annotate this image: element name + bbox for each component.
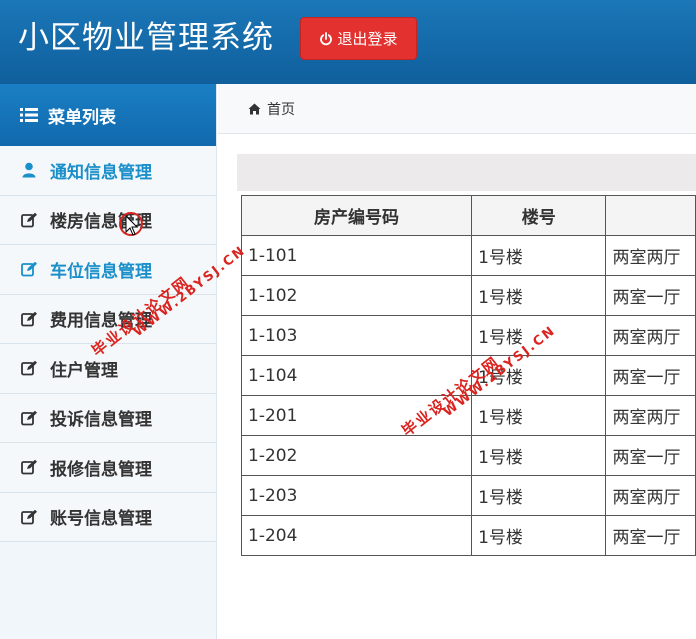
table-cell: 1-104	[240, 355, 473, 396]
edit-icon	[20, 211, 38, 229]
table-cell: 1号楼	[471, 475, 607, 516]
table-cell: 1-204	[240, 515, 473, 556]
table-cell: 1-102	[240, 275, 473, 316]
table-cell: 1号楼	[471, 235, 607, 276]
table-cell: 1号楼	[471, 515, 607, 556]
table-cell: 1-203	[240, 475, 473, 516]
table-row[interactable]: 1-103 1号楼 两室两厅	[240, 315, 696, 356]
table-cell: 1-202	[240, 435, 473, 476]
breadcrumb: 首页	[218, 84, 696, 134]
app-title: 小区物业管理系统	[18, 20, 274, 56]
edit-icon	[20, 310, 38, 328]
sidebar-item[interactable]: 报修信息管理	[0, 443, 216, 493]
sidebar-item[interactable]: 楼房信息管理	[0, 195, 216, 245]
table-row[interactable]: 1-202 1号楼 两室一厅	[240, 435, 696, 476]
table-header-row: 房产编号码 楼号	[240, 195, 696, 236]
table-cell: 两室两厅	[605, 315, 696, 356]
table-cell: 两室一厅	[605, 515, 696, 556]
table-cell: 1号楼	[471, 275, 607, 316]
list-icon	[20, 108, 38, 122]
sidebar-item-label: 通知信息管理	[50, 162, 152, 183]
column-header-building: 楼号	[471, 195, 607, 236]
sidebar: 菜单列表 通知信息管理 楼房信息管理 车位信息管理 费用信息管理 住户管理 投诉信息管理报…	[0, 84, 217, 639]
sidebar-item[interactable]: 账号信息管理	[0, 492, 216, 542]
table-cell: 1-101	[240, 235, 473, 276]
table-cell: 两室两厅	[605, 475, 696, 516]
logout-label: 退出登录	[337, 30, 398, 48]
table-cell: 1号楼	[471, 395, 607, 436]
sidebar-item-label: 投诉信息管理	[50, 410, 152, 431]
edit-icon	[20, 409, 38, 427]
panel-heading	[237, 154, 696, 191]
table-cell: 两室一厅	[605, 355, 696, 396]
top-header: 小区物业管理系统 退出登录	[0, 0, 696, 84]
column-header-layout	[605, 195, 696, 236]
table-cell: 1号楼	[471, 435, 607, 476]
table-row[interactable]: 1-101 1号楼 两室两厅	[240, 235, 696, 276]
sidebar-item[interactable]: 通知信息管理	[0, 146, 216, 196]
sidebar-item-label: 住户管理	[50, 360, 118, 381]
table-row[interactable]: 1-204 1号楼 两室一厅	[240, 515, 696, 556]
column-header-house-code: 房产编号码	[240, 195, 473, 236]
table-cell: 两室一厅	[605, 435, 696, 476]
user-icon	[20, 161, 38, 179]
sidebar-item-label: 账号信息管理	[50, 509, 152, 530]
sidebar-header: 菜单列表	[0, 84, 216, 146]
edit-icon	[20, 508, 38, 526]
edit-icon	[20, 458, 38, 476]
home-icon[interactable]	[248, 103, 261, 115]
sidebar-item-label: 报修信息管理	[50, 459, 152, 480]
breadcrumb-home[interactable]: 首页	[267, 99, 295, 119]
table-cell: 两室一厅	[605, 275, 696, 316]
table-cell: 1-103	[240, 315, 473, 356]
table-cell: 两室两厅	[605, 235, 696, 276]
edit-icon	[20, 260, 38, 278]
table-row[interactable]: 1-203 1号楼 两室两厅	[240, 475, 696, 516]
sidebar-title: 菜单列表	[48, 107, 116, 128]
sidebar-item-label: 车位信息管理	[50, 261, 152, 282]
sidebar-item[interactable]: 投诉信息管理	[0, 393, 216, 443]
table-cell: 两室两厅	[605, 395, 696, 436]
mouse-cursor-icon	[119, 212, 143, 236]
edit-icon	[20, 359, 38, 377]
power-icon	[320, 31, 333, 45]
logout-button[interactable]: 退出登录	[300, 17, 417, 60]
table-row[interactable]: 1-102 1号楼 两室一厅	[240, 275, 696, 316]
